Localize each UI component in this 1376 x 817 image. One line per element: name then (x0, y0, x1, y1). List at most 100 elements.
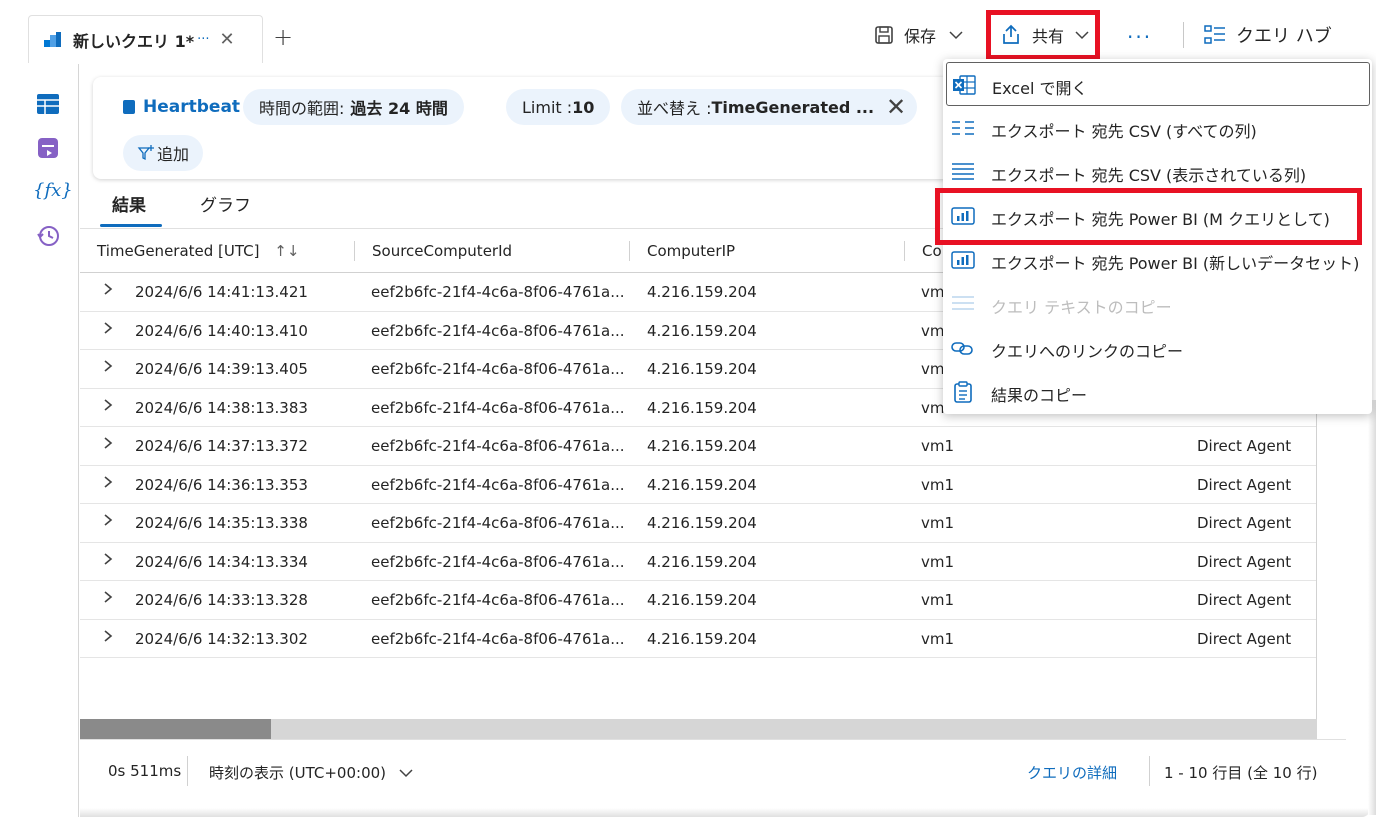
cell-computer-ip: 4.216.159.204 (647, 591, 757, 609)
cell-time: 2024/6/6 14:38:13.383 (135, 398, 308, 417)
save-label: 保存 (904, 27, 937, 46)
excel-icon (953, 75, 976, 95)
cell-time: 2024/6/6 14:36:13.353 (135, 475, 308, 494)
expand-row-icon[interactable] (102, 590, 114, 608)
table-row[interactable]: 2024/6/6 14:32:13.302 eef2b6fc-21f4-4c6a-… (80, 620, 1317, 658)
column-divider[interactable] (354, 241, 355, 261)
cell-time: 2024/6/6 14:34:13.334 (135, 552, 308, 571)
cell-category: Direct Agent (1197, 437, 1292, 455)
cell-time: 2024/6/6 14:41:13.421 (135, 283, 308, 301)
footer-separator (1149, 756, 1150, 786)
query-tab[interactable]: 新しいクエリ 1* ··· ✕ (28, 15, 263, 63)
log-analytics-icon (44, 31, 61, 47)
chevron-down-icon (399, 768, 413, 777)
expand-row-icon[interactable] (102, 398, 114, 416)
table-row[interactable]: 2024/6/6 14:36:13.353 eef2b6fc-21f4-4c6a-… (80, 466, 1317, 504)
query-hub-label: クエリ ハブ (1236, 26, 1332, 47)
footer-separator (187, 756, 188, 786)
cell-category: Direct Agent (1197, 591, 1292, 609)
expand-row-icon[interactable] (102, 629, 114, 647)
history-icon[interactable] (36, 224, 60, 248)
cell-computer-ip: 4.216.159.204 (647, 398, 757, 417)
cell-source-computer-id: eef2b6fc-21f4-4c6a-8f06-4761a... (371, 283, 625, 301)
footer-divider (80, 739, 1346, 740)
menu-item-copy-results[interactable]: 結果のコピー (943, 370, 1372, 414)
expand-row-icon[interactable] (102, 475, 114, 493)
expand-row-icon[interactable] (102, 321, 114, 339)
cell-source-computer-id: eef2b6fc-21f4-4c6a-8f06-4761a... (371, 514, 625, 532)
more-options-button[interactable]: ··· (1127, 22, 1152, 52)
powerbi-highlight-frame (935, 188, 1362, 245)
cell-computer: vm1 (921, 514, 955, 532)
expand-row-icon[interactable] (102, 513, 114, 531)
functions-icon[interactable]: {𝑓x} (33, 180, 73, 201)
cell-computer-ip: 4.216.159.204 (647, 629, 757, 648)
share-icon (1003, 24, 1019, 44)
cell-time: 2024/6/6 14:37:13.372 (135, 437, 308, 455)
cell-computer: vm (921, 283, 945, 301)
share-button[interactable]: 共有 (1000, 20, 1090, 50)
cell-time: 2024/6/6 14:33:13.328 (135, 591, 308, 609)
panel-right-edge (1368, 400, 1376, 815)
add-filter-button[interactable]: 追加 (123, 135, 204, 171)
cell-computer: vm1 (921, 475, 955, 494)
cell-computer: vm (921, 360, 945, 378)
table-row[interactable]: 2024/6/6 14:33:13.328 eef2b6fc-21f4-4c6a-… (80, 581, 1317, 620)
row-count: 1 - 10 行目 (全 10 行) (1164, 764, 1318, 782)
cell-computer: vm1 (921, 552, 955, 571)
copy-text-icon (952, 296, 974, 310)
cell-source-computer-id: eef2b6fc-21f4-4c6a-8f06-4761a... (371, 360, 625, 378)
cell-computer: vm1 (921, 437, 955, 455)
csv-visible-icon (952, 163, 974, 180)
cell-computer: vm (921, 321, 945, 340)
cell-source-computer-id: eef2b6fc-21f4-4c6a-8f06-4761a... (371, 321, 625, 340)
timezone-selector[interactable]: 時刻の表示 (UTC+00:00) (209, 762, 414, 783)
cell-computer: vm1 (921, 629, 955, 648)
query-details-link[interactable]: クエリの詳細 (1027, 762, 1117, 783)
left-rail-divider (78, 64, 79, 817)
table-row[interactable]: 2024/6/6 14:34:13.334 eef2b6fc-21f4-4c6a-… (80, 543, 1317, 581)
tables-icon[interactable] (36, 92, 60, 116)
cell-time: 2024/6/6 14:39:13.405 (135, 360, 308, 378)
expand-row-icon[interactable] (102, 552, 114, 570)
active-tab-indicator (100, 224, 162, 227)
column-divider[interactable] (904, 241, 905, 261)
query-hub-button[interactable]: クエリ ハブ (1204, 20, 1332, 50)
tab-title: 新しいクエリ 1* (73, 31, 195, 51)
expand-row-icon[interactable] (102, 436, 114, 454)
menu-item-open-excel[interactable]: Excel で開く (946, 62, 1370, 106)
column-header-timegenerated[interactable]: TimeGenerated [UTC] ↑↓ (97, 242, 299, 260)
remove-sort-icon[interactable]: ✕ (886, 93, 906, 121)
column-header-computerip[interactable]: ComputerIP (647, 242, 735, 260)
sort-chip[interactable]: 並べ替え : TimeGenerated ... (621, 89, 917, 125)
csv-all-icon (952, 121, 974, 135)
sort-icon[interactable]: ↑↓ (274, 242, 299, 260)
scrollbar-thumb[interactable] (80, 719, 271, 739)
queries-icon[interactable] (36, 136, 60, 160)
cell-category: Direct Agent (1197, 475, 1292, 494)
menu-item-copy-link[interactable]: クエリへのリンクのコピー (943, 326, 1372, 370)
expand-row-icon[interactable] (102, 282, 114, 300)
table-row[interactable]: 2024/6/6 14:37:13.372 eef2b6fc-21f4-4c6a-… (80, 427, 1317, 466)
cell-source-computer-id: eef2b6fc-21f4-4c6a-8f06-4761a... (371, 552, 625, 571)
new-tab-button[interactable]: + (273, 23, 293, 51)
tab-results[interactable]: 結果 (112, 191, 146, 216)
query-builder-panel: Heartbeat 時間の範囲: 過去 24 時間 Limit : 10 並べ替… (93, 77, 953, 179)
expand-row-icon[interactable] (102, 359, 114, 377)
cell-computer-ip: 4.216.159.204 (647, 475, 757, 494)
tab-close-icon[interactable]: ✕ (219, 29, 234, 50)
column-divider[interactable] (629, 241, 630, 261)
column-header-sourcecomputerid[interactable]: SourceComputerId (372, 242, 512, 260)
save-button[interactable]: 保存 (874, 20, 964, 50)
menu-item-copy-query-text[interactable]: クエリ テキストのコピー (943, 282, 1372, 326)
cell-computer-ip: 4.216.159.204 (647, 321, 757, 340)
tab-chart[interactable]: グラフ (200, 191, 251, 216)
limit-chip[interactable]: Limit : 10 (506, 89, 611, 125)
table-row[interactable]: 2024/6/6 14:35:13.338 eef2b6fc-21f4-4c6a-… (80, 504, 1317, 543)
time-range-chip[interactable]: 時間の範囲: 過去 24 時間 (243, 89, 464, 125)
table-name[interactable]: Heartbeat (123, 97, 240, 117)
horizontal-scrollbar[interactable] (80, 719, 1317, 739)
tab-more-icon[interactable]: ··· (197, 32, 209, 47)
menu-item-export-csv-all[interactable]: エクスポート 宛先 CSV (すべての列) (943, 106, 1372, 150)
query-duration: 0s 511ms (108, 762, 182, 780)
